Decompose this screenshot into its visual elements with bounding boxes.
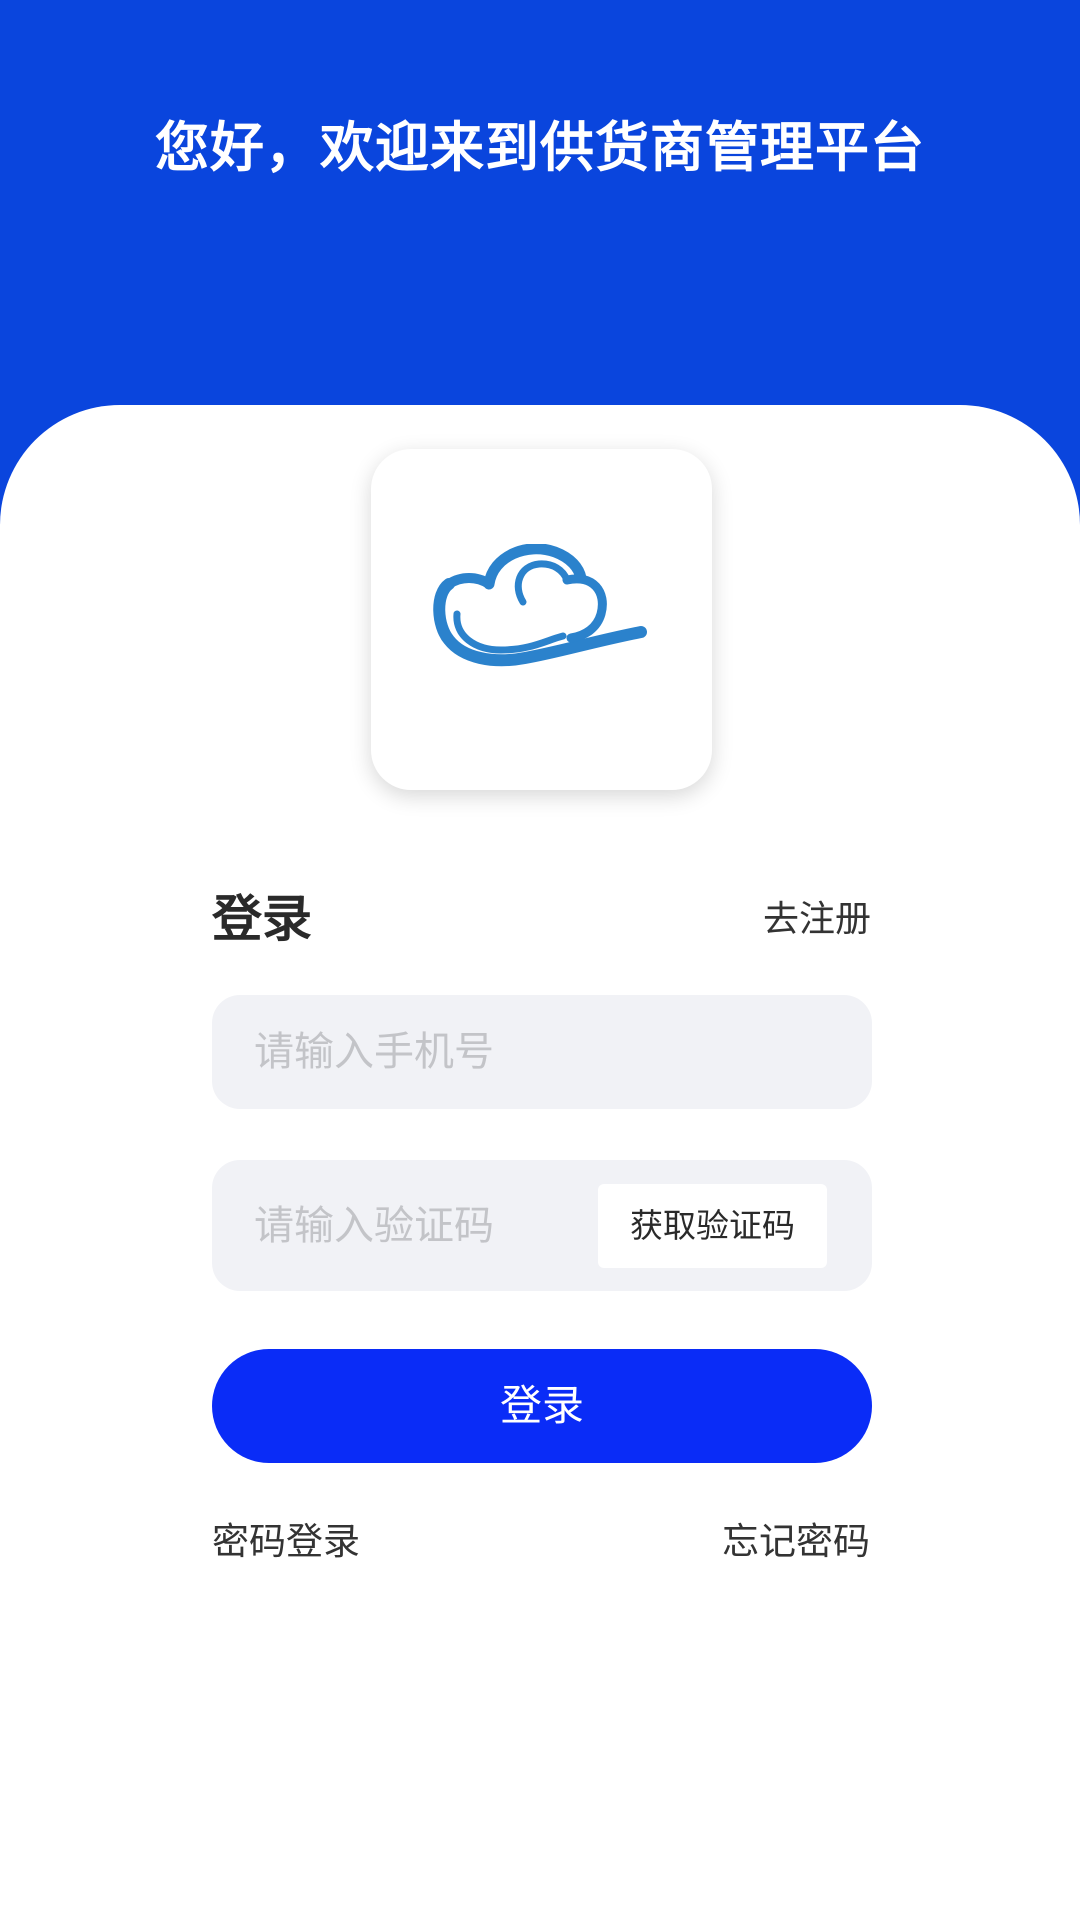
code-field: 获取验证码 [212, 1160, 872, 1291]
get-code-button[interactable]: 获取验证码 [598, 1184, 827, 1268]
password-login-link[interactable]: 密码登录 [212, 1518, 360, 1566]
verification-code-input[interactable] [254, 1160, 584, 1291]
phone-field [212, 995, 872, 1109]
register-link[interactable]: 去注册 [763, 896, 871, 944]
forgot-password-link[interactable]: 忘记密码 [722, 1518, 870, 1566]
cloud-logo-icon [433, 544, 647, 667]
app-logo [371, 449, 712, 790]
phone-input[interactable] [254, 995, 834, 1109]
login-button[interactable]: 登录 [212, 1349, 872, 1463]
welcome-title: 您好，欢迎来到供货商管理平台 [155, 116, 925, 179]
login-title: 登录 [212, 890, 312, 948]
